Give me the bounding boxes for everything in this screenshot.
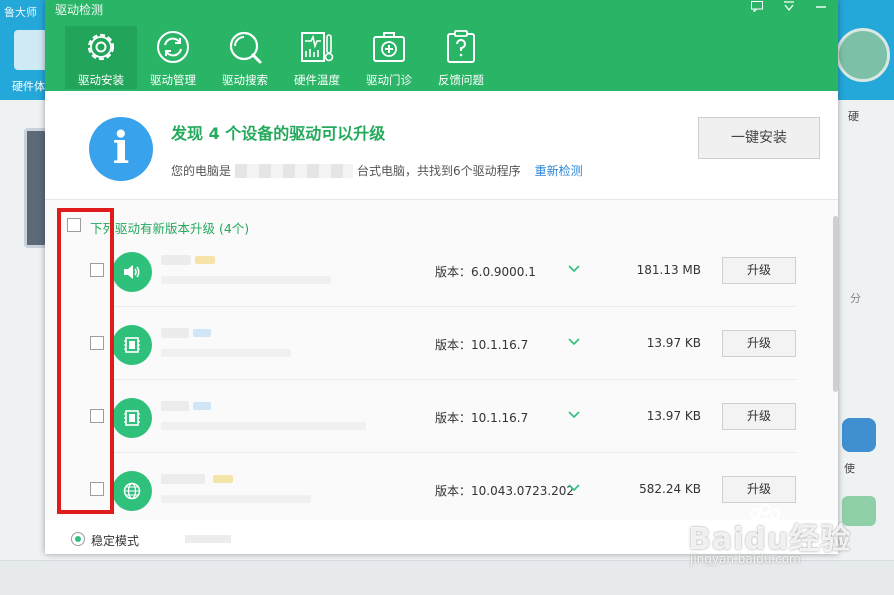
tab-driver-install[interactable]: 驱动安装 <box>65 26 137 89</box>
feedback-icon <box>447 30 475 63</box>
chevron-down-icon[interactable] <box>568 264 580 274</box>
search-icon <box>229 31 262 64</box>
globe-icon <box>112 471 152 511</box>
dialog-header: 驱动检测 驱动安装 驱动管理 驱动搜索 硬件温度 驱动门诊 反馈问题 <box>45 0 838 91</box>
blurred-driver-name <box>161 474 205 484</box>
upgrade-headline: 发现 4 个设备的驱动可以升级 <box>171 124 386 143</box>
chevron-down-icon[interactable] <box>568 337 580 347</box>
driver-size: 13.97 KB <box>646 409 701 423</box>
refresh-icon <box>157 31 189 63</box>
driver-size: 13.97 KB <box>646 336 701 350</box>
upgrade-button[interactable]: 升级 <box>722 476 796 503</box>
blurred-driver-description <box>161 422 366 430</box>
medical-kit-icon <box>373 32 405 62</box>
background-right-label-2: 分 <box>850 292 861 305</box>
speaker-icon <box>112 252 152 292</box>
tab-label: 驱动安装 <box>78 73 124 87</box>
driver-version: 版本：10.1.16.7 <box>435 411 529 425</box>
gear-icon <box>87 33 115 61</box>
info-icon: i <box>89 117 153 181</box>
window-controls <box>748 0 830 16</box>
list-scrollbar[interactable] <box>833 216 838 392</box>
tab-label: 驱动门诊 <box>366 73 412 87</box>
upgrade-button[interactable]: 升级 <box>722 257 796 284</box>
install-all-button[interactable]: 一键安装 <box>698 117 820 159</box>
message-icon[interactable] <box>748 0 766 16</box>
driver-version: 版本：10.043.0723.202 <box>435 484 575 498</box>
upgrade-button[interactable]: 升级 <box>722 330 796 357</box>
blurred-driver-name <box>161 255 191 265</box>
minimize-icon[interactable] <box>812 0 830 16</box>
chevron-down-icon[interactable] <box>568 483 580 493</box>
computer-info-line: 您的电脑是 台式电脑，共找到6个驱动程序 重新检测 <box>171 162 583 179</box>
driver-version: 版本：6.0.9000.1 <box>435 265 536 279</box>
row-divider <box>111 379 796 380</box>
chevron-down-icon[interactable] <box>568 410 580 420</box>
driver-size: 181.13 MB <box>636 263 701 277</box>
blurred-driver-description <box>161 349 291 357</box>
computer-info-suffix: 台式电脑，共找到6个驱动程序 <box>357 164 521 178</box>
dialog-title: 驱动检测 <box>55 3 104 17</box>
toolbar: 驱动安装 驱动管理 驱动搜索 硬件温度 驱动门诊 反馈问题 <box>65 26 497 89</box>
chip-icon <box>112 398 152 438</box>
tab-label: 驱动搜索 <box>222 73 268 87</box>
blurred-driver-description <box>161 495 311 503</box>
blurred-driver-tag <box>193 402 211 410</box>
tab-driver-manage[interactable]: 驱动管理 <box>137 26 209 89</box>
driver-detection-dialog: 驱动检测 驱动安装 驱动管理 驱动搜索 硬件温度 驱动门诊 反馈问题 i 发现 … <box>45 0 838 554</box>
blurred-driver-tag <box>195 256 215 264</box>
tab-driver-clinic[interactable]: 驱动门诊 <box>353 26 425 89</box>
tab-label: 硬件温度 <box>294 73 340 87</box>
stable-mode-label: 稳定模式 <box>91 534 140 548</box>
blurred-driver-name <box>161 401 189 411</box>
tab-label: 反馈问题 <box>438 73 484 87</box>
background-left-label: 硬件体 <box>12 80 45 93</box>
stable-mode-radio[interactable] <box>71 532 85 546</box>
tab-label: 驱动管理 <box>150 73 196 87</box>
blurred-driver-tag <box>193 329 211 337</box>
checkbox-highlight-box <box>57 208 114 514</box>
background-right-label: 硬 <box>848 110 859 123</box>
background-avatar-icon <box>836 28 890 82</box>
menu-icon[interactable] <box>780 0 798 16</box>
background-right-label-3: 使 <box>844 462 855 475</box>
background-shield-icon <box>842 418 876 452</box>
rescan-link[interactable]: 重新检测 <box>535 162 583 179</box>
row-divider <box>111 306 796 307</box>
driver-version: 版本：10.1.16.7 <box>435 338 529 352</box>
tab-hardware-temperature[interactable]: 硬件温度 <box>281 26 353 89</box>
baidu-watermark-url: jingyan.baidu.com <box>690 552 801 566</box>
blurred-driver-name <box>161 328 189 338</box>
background-app-title: 鲁大师 <box>4 6 37 19</box>
driver-size: 582.24 KB <box>639 482 701 496</box>
blurred-driver-description <box>161 276 331 284</box>
row-divider <box>111 452 796 453</box>
upgrade-button[interactable]: 升级 <box>722 403 796 430</box>
chip-icon <box>112 325 152 365</box>
blurred-model-name <box>235 163 354 178</box>
background-hardware-icon <box>14 30 48 70</box>
tab-driver-search[interactable]: 驱动搜索 <box>209 26 281 89</box>
computer-info-prefix: 您的电脑是 <box>171 164 232 178</box>
driver-list <box>45 200 838 520</box>
blurred-mode-option <box>185 535 231 543</box>
blurred-driver-tag <box>213 475 233 483</box>
thermometer-icon <box>301 32 334 62</box>
tab-feedback[interactable]: 反馈问题 <box>425 26 497 89</box>
